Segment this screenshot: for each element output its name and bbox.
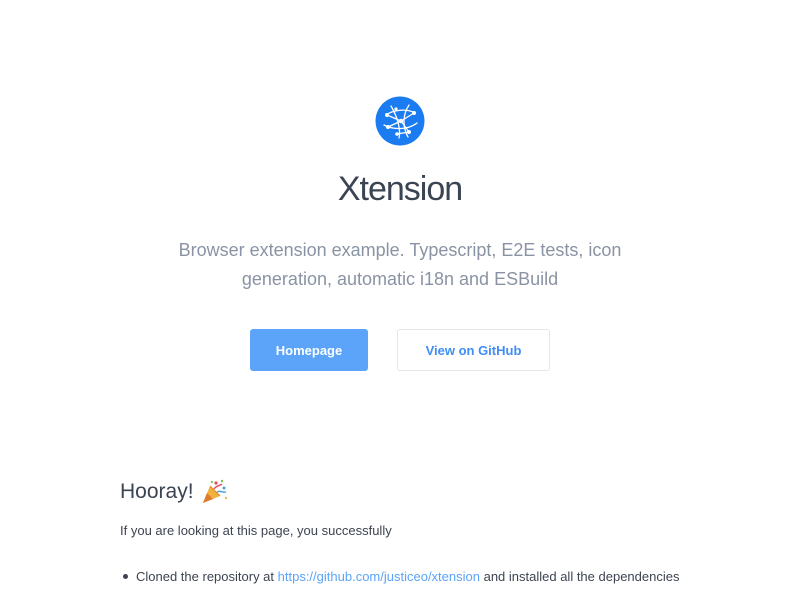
page-title: Xtension (337, 170, 463, 208)
section-heading-text: Hooray! (120, 480, 194, 503)
section-heading: Hooray! (120, 478, 228, 506)
bullet-icon (123, 574, 128, 579)
list-item: Cloned the repository at https://github.… (120, 567, 700, 586)
checklist: Cloned the repository at https://github.… (120, 567, 700, 586)
globe-network-icon (375, 96, 425, 146)
list-item-prefix: Cloned the repository at (136, 569, 278, 584)
homepage-button[interactable]: Homepage (250, 329, 368, 371)
party-popper-icon (202, 479, 227, 503)
page-subtitle: Browser extension example. Typescript, E… (178, 240, 622, 289)
intro-text: If you are looking at this page, you suc… (120, 523, 392, 538)
view-on-github-button[interactable]: View on GitHub (397, 329, 550, 371)
repository-link[interactable]: https://github.com/justiceo/xtension (278, 569, 480, 584)
list-item-suffix: and installed all the dependencies (479, 569, 680, 584)
